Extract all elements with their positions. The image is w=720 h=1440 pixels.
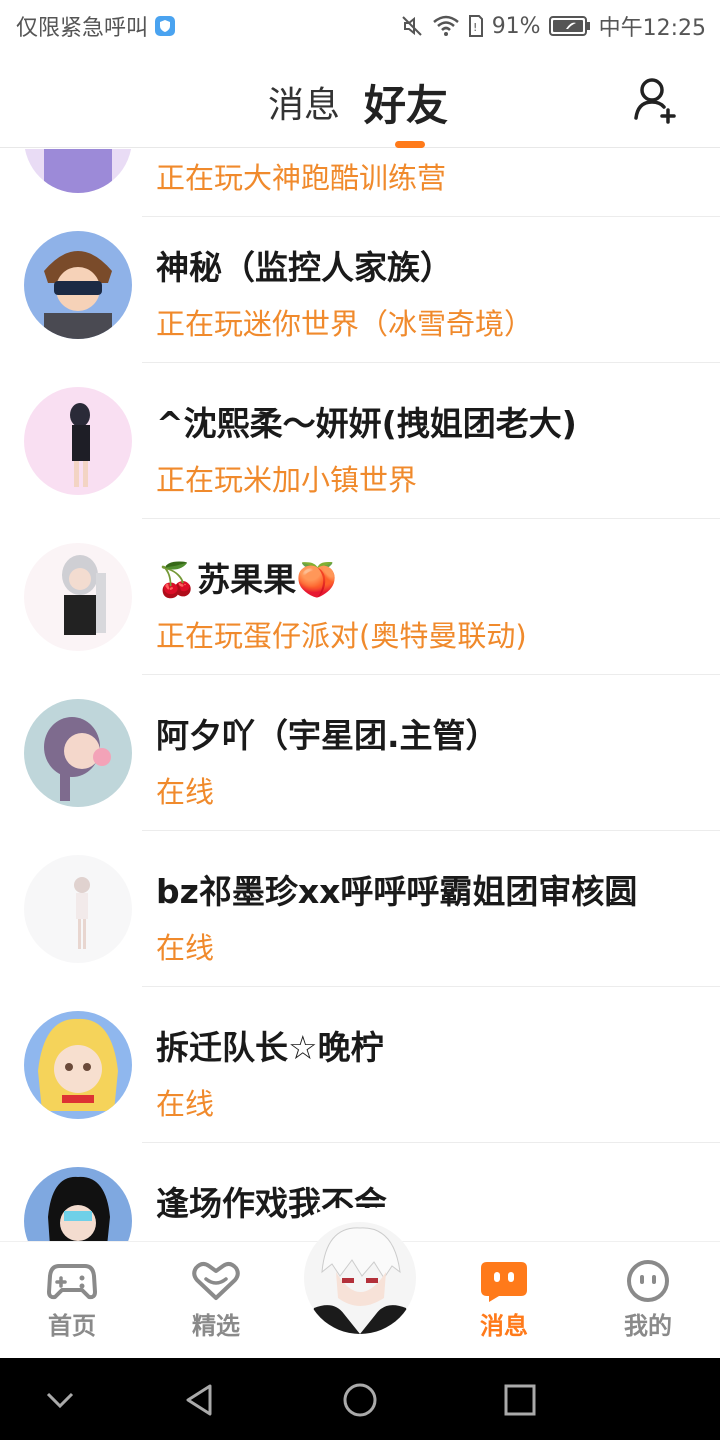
friend-name: 神秘（监控人家族） [156,248,453,287]
header: 消息 好友 [0,50,720,148]
heart-icon [192,1261,240,1300]
friend-status: 正在玩米加小镇世界 [156,463,418,497]
friend-status: 正在玩迷你世界（冰雪奇境） [156,307,534,341]
status-right: ! 91% 中午12:25 [400,10,706,42]
avatar [24,149,132,193]
nav-featured-label: 精选 [192,1312,240,1340]
chevron-down-icon[interactable] [40,1380,80,1420]
battery-icon [548,16,590,36]
home-circle-icon[interactable] [340,1380,380,1420]
tab-friends[interactable]: 好友 [364,72,448,133]
nav-mine[interactable]: 我的 [598,1260,698,1341]
friend-name: 🍒苏果果🍑 [156,560,338,599]
friend-status: 正在玩蛋仔派对(奥特曼联动) [156,619,527,653]
friend-name: bz祁墨珍xx呼呼呼霸姐团审核圆 [156,872,638,911]
battery-percent: 91% [491,13,541,39]
sim-icon: ! [468,15,483,37]
center-avatar-button[interactable] [304,1222,416,1334]
status-left: 仅限紧急呼叫 [16,10,176,42]
friend-status: 正在玩大神跑酷训练营 [156,161,447,195]
recents-square-icon[interactable] [500,1380,540,1420]
nav-messages-label: 消息 [480,1312,528,1340]
friend-name: ^沈熙柔～妍妍(拽姐团老大) [156,404,577,443]
friend-row[interactable]: 神秘（监控人家族） 正在玩迷你世界（冰雪奇境） [0,207,720,363]
face-icon [627,1260,669,1302]
friend-row[interactable]: 拆迁队长☆晚柠 在线 [0,987,720,1143]
add-friend-icon[interactable] [630,74,682,126]
avatar [24,543,132,651]
nav-mine-label: 我的 [624,1312,672,1340]
tab-active-indicator [395,141,425,148]
nav-home[interactable]: 首页 [22,1260,122,1341]
wifi-icon [432,15,459,36]
avatar [24,1011,132,1119]
svg-text:!: ! [473,21,477,34]
emergency-call-text: 仅限紧急呼叫 [16,16,149,41]
friend-row[interactable]: ^沈熙柔～妍妍(拽姐团老大) 正在玩米加小镇世界 [0,363,720,519]
friend-status: 在线 [156,775,215,809]
friend-status: 在线 [156,931,215,965]
avatar [24,699,132,807]
friend-row[interactable]: 阿夕吖（宇星团.主管） 在线 [0,675,720,831]
shield-icon [155,16,176,36]
friend-status: 在线 [156,1087,215,1121]
message-icon [481,1262,527,1302]
avatar [24,231,132,339]
friend-name: 阿夕吖（宇星团.主管） [156,716,499,755]
gamepad-icon [47,1264,97,1300]
status-bar: 仅限紧急呼叫 ! 91% 中午12:25 [0,0,720,50]
friend-list[interactable]: 正在玩大神跑酷训练营 神秘（监控人家族） 正在玩迷你世界（冰雪奇境） ^沈熙柔～… [0,149,720,1241]
avatar [24,1167,132,1241]
avatar [24,387,132,495]
clock: 中午12:25 [598,16,706,41]
nav-messages[interactable]: 消息 [454,1260,554,1341]
back-icon[interactable] [180,1380,220,1420]
friend-row[interactable]: 🍒苏果果🍑 正在玩蛋仔派对(奥特曼联动) [0,519,720,675]
avatar [24,855,132,963]
friend-row[interactable]: bz祁墨珍xx呼呼呼霸姐团审核圆 在线 [0,831,720,987]
friend-name: 拆迁队长☆晚柠 [156,1028,384,1067]
system-nav-bar [0,1358,720,1440]
tab-messages[interactable]: 消息 [268,76,340,128]
nav-featured[interactable]: 精选 [166,1260,266,1341]
mute-icon [401,16,422,36]
nav-home-label: 首页 [48,1312,96,1340]
